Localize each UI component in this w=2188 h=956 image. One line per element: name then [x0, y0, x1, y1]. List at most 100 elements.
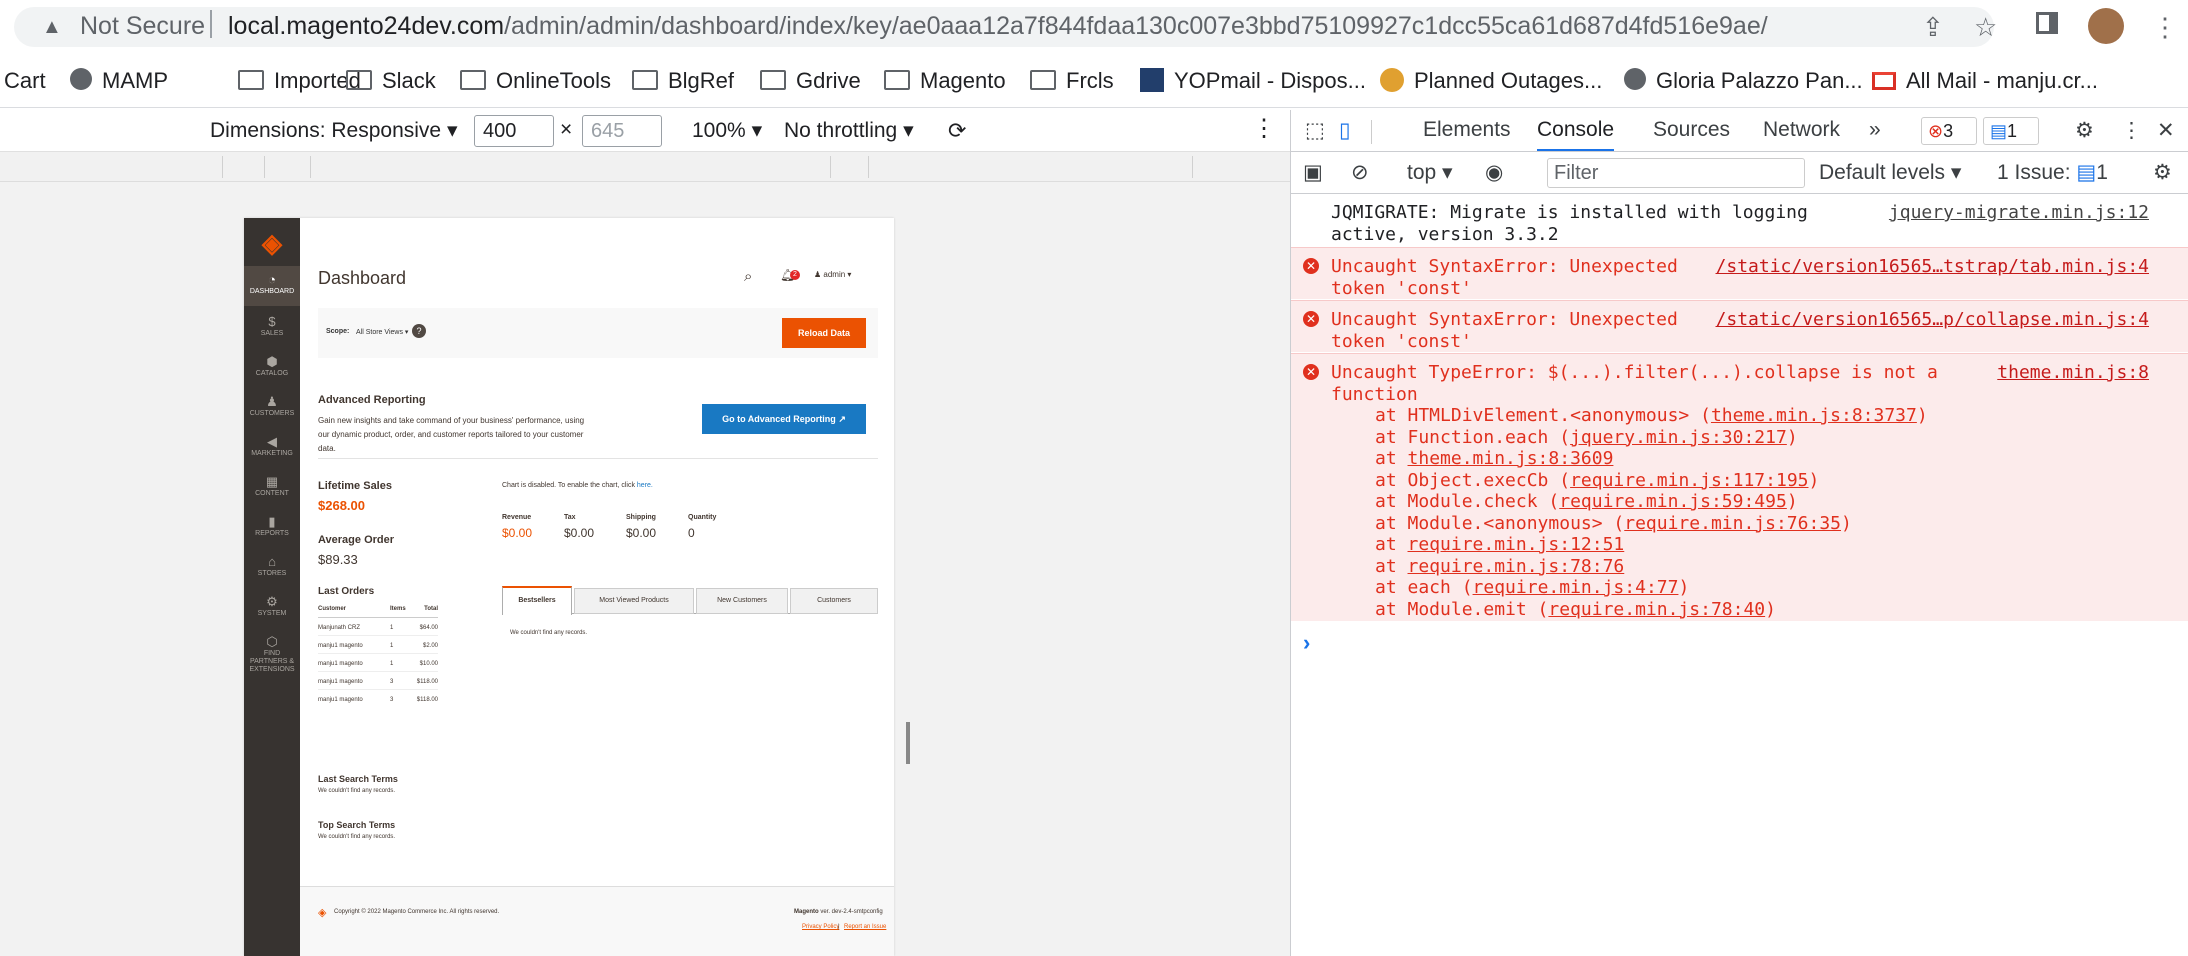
- console-prompt[interactable]: ›: [1303, 630, 1310, 656]
- advanced-reporting-button[interactable]: Go to Advanced Reporting ↗: [702, 404, 866, 434]
- bookmark-yopmail[interactable]: YOPmail - Dispos...: [1140, 68, 1366, 94]
- nav-reports[interactable]: ▮ REPORTS: [244, 510, 300, 546]
- settings-icon[interactable]: ⚙: [2075, 118, 2094, 143]
- message-text: JQMIGRATE: Migrate is installed with log…: [1331, 202, 1808, 245]
- warning-icon[interactable]: ▲: [42, 16, 62, 39]
- help-icon[interactable]: ?: [412, 324, 426, 338]
- source-link[interactable]: jquery-migrate.min.js:12: [1889, 202, 2149, 224]
- menu-icon[interactable]: ⋮: [2152, 12, 2178, 43]
- side-panel-icon[interactable]: [2036, 10, 2058, 41]
- bookmark-onlinetools[interactable]: OnlineTools: [460, 68, 611, 94]
- privacy-policy-link[interactable]: Privacy Policy: [802, 924, 839, 930]
- frame-link[interactable]: require.min.js:78:76: [1408, 556, 1625, 577]
- bookmark-frcls[interactable]: Frcls: [1030, 68, 1114, 94]
- inspect-icon[interactable]: ⬚: [1305, 118, 1325, 143]
- search-icon[interactable]: ⌕: [744, 268, 752, 285]
- frame-link[interactable]: jquery.min.js:30:217: [1570, 427, 1787, 448]
- table-row[interactable]: manju1 magento 3 $118.00: [318, 690, 438, 708]
- more-options-icon[interactable]: ⋮: [2121, 118, 2142, 143]
- nav-stores[interactable]: ⌂ STORES: [244, 550, 300, 586]
- device-toggle-icon[interactable]: ▯: [1339, 118, 1351, 143]
- filter-input[interactable]: Filter: [1547, 158, 1805, 188]
- notification-badge: 2: [790, 270, 800, 280]
- frame-link[interactable]: require.min.js:76:35: [1624, 513, 1841, 534]
- chart-enable-link[interactable]: here.: [637, 482, 653, 489]
- report-issue-link[interactable]: Report an Issue: [844, 924, 886, 930]
- bookmark-planned-outages[interactable]: Planned Outages...: [1380, 68, 1602, 94]
- table-row[interactable]: manju1 magento 3 $118.00: [318, 672, 438, 690]
- frame-link[interactable]: require.min.js:12:51: [1408, 534, 1625, 555]
- url-text[interactable]: local.magento24dev.com/admin/admin/dashb…: [228, 12, 1768, 41]
- tab-elements[interactable]: Elements: [1423, 118, 1511, 142]
- tab-most-viewed[interactable]: Most Viewed Products: [574, 588, 694, 614]
- eye-icon[interactable]: ◉: [1485, 160, 1503, 185]
- bookmark-mamp[interactable]: MAMP: [70, 68, 168, 94]
- security-label[interactable]: Not Secure: [80, 12, 205, 41]
- tab-new-customers[interactable]: New Customers: [696, 588, 788, 614]
- nav-catalog[interactable]: ⬢ CATALOG: [244, 350, 300, 386]
- bookmark-cart[interactable]: Cart: [4, 68, 46, 94]
- error-counter[interactable]: ⊗3: [1921, 117, 1977, 145]
- issues-button[interactable]: 1 Issue: ▤1: [1997, 160, 2108, 185]
- frame-link[interactable]: require.min.js:59:495: [1559, 491, 1787, 512]
- zoom-select[interactable]: 100% ▾: [692, 118, 762, 143]
- bookmark-gdrive[interactable]: Gdrive: [760, 68, 861, 94]
- bookmark-imported[interactable]: Imported: [238, 68, 361, 94]
- nav-marketing[interactable]: ◀ MARKETING: [244, 430, 300, 466]
- nav-sales[interactable]: $ SALES: [244, 310, 300, 346]
- address-bar: ▲ Not Secure local.magento24dev.com/admi…: [0, 0, 2188, 54]
- nav-system[interactable]: ⚙ SYSTEM: [244, 590, 300, 626]
- tab-console[interactable]: Console: [1537, 118, 1615, 151]
- frame-link[interactable]: require.min.js:4:77: [1473, 577, 1679, 598]
- source-link[interactable]: theme.min.js:8: [1997, 362, 2149, 384]
- tab-sources[interactable]: Sources: [1653, 118, 1730, 142]
- throttling-select[interactable]: No throttling ▾: [784, 118, 914, 143]
- source-link[interactable]: /static/version16565…p/collapse.min.js:4: [1716, 309, 2149, 331]
- scope-select[interactable]: All Store Views ▾: [356, 328, 408, 336]
- width-input[interactable]: 400: [474, 115, 554, 147]
- frame-link[interactable]: require.min.js:78:40: [1548, 599, 1765, 620]
- bookmark-gmail[interactable]: All Mail - manju.cr...: [1872, 68, 2098, 94]
- reload-data-button[interactable]: Reload Data: [782, 318, 866, 348]
- bookmark-gloria[interactable]: Gloria Palazzo Pan...: [1624, 68, 1863, 94]
- bookmark-blgref[interactable]: BlgRef: [632, 68, 734, 94]
- cell-total: $118.00: [416, 679, 438, 685]
- sidebar-toggle-icon[interactable]: ▣: [1303, 160, 1323, 185]
- tab-customers[interactable]: Customers: [790, 588, 878, 614]
- more-tabs-icon[interactable]: »: [1869, 118, 1881, 142]
- share-icon[interactable]: ⇪: [1922, 12, 1944, 43]
- nav-content[interactable]: ▦ CONTENT: [244, 470, 300, 506]
- tab-bestsellers[interactable]: Bestsellers: [502, 586, 572, 615]
- message-counter[interactable]: ▤1: [1983, 117, 2039, 145]
- media-query-ruler[interactable]: [0, 152, 1290, 182]
- source-link[interactable]: /static/version16565…tstrap/tab.min.js:4: [1716, 256, 2149, 278]
- frame-link[interactable]: theme.min.js:8:3737: [1711, 405, 1917, 426]
- avatar[interactable]: [2088, 8, 2124, 44]
- star-icon[interactable]: ☆: [1974, 12, 1997, 43]
- tab-network[interactable]: Network: [1763, 118, 1840, 142]
- nav-customers[interactable]: ♟ CUSTOMERS: [244, 390, 300, 426]
- bookmark-slack[interactable]: Slack: [346, 68, 436, 94]
- nav-dashboard[interactable]: ◔ DASHBOARD: [244, 266, 300, 306]
- table-row[interactable]: manju1 magento 1 $10.00: [318, 654, 438, 672]
- clear-console-icon[interactable]: ⊘: [1351, 160, 1369, 185]
- console-settings-icon[interactable]: ⚙: [2153, 160, 2172, 185]
- levels-select[interactable]: Default levels ▾: [1819, 160, 1961, 185]
- close-icon[interactable]: ✕: [2157, 118, 2175, 143]
- table-row[interactable]: manju1 magento 1 $2.00: [318, 636, 438, 654]
- nav-find-partners[interactable]: ⬡ FIND PARTNERS & EXTENSIONS: [244, 630, 300, 676]
- more-options-icon[interactable]: ⋮: [1252, 114, 1276, 143]
- height-input[interactable]: 645: [582, 115, 662, 147]
- frame-link[interactable]: theme.min.js:8:3609: [1408, 448, 1614, 469]
- user-menu[interactable]: ♟ admin ▾: [814, 270, 851, 279]
- stack-frame: at require.min.js:78:76: [1375, 556, 1928, 578]
- table-row[interactable]: Manjunath CRZ 1 $64.00: [318, 618, 438, 636]
- rotate-icon[interactable]: ⟳: [948, 118, 966, 144]
- dimensions-select[interactable]: Dimensions: Responsive ▾: [210, 118, 458, 143]
- bookmark-magento[interactable]: Magento: [884, 68, 1006, 94]
- resize-handle[interactable]: [906, 722, 910, 764]
- globe-icon: [70, 68, 92, 90]
- context-select[interactable]: top ▾: [1407, 160, 1453, 185]
- magento-logo[interactable]: ◈: [258, 228, 286, 258]
- frame-link[interactable]: require.min.js:117:195: [1570, 470, 1808, 491]
